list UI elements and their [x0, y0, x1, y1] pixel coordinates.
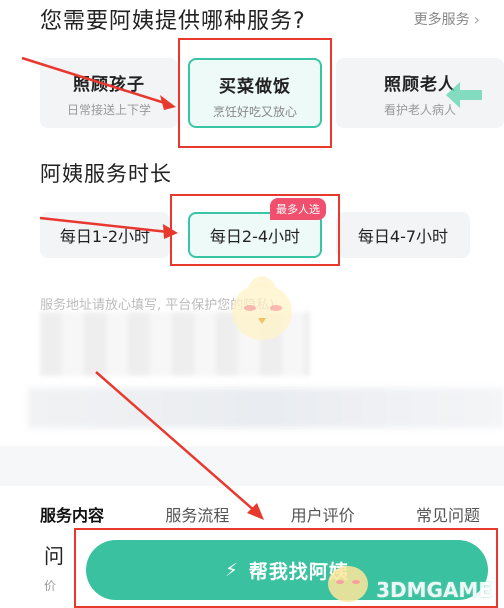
- tab-service-process[interactable]: 服务流程: [165, 502, 229, 526]
- duration-option-1-2h[interactable]: 每日1-2小时: [40, 212, 170, 258]
- service-option-name: 照顾孩子: [73, 75, 145, 95]
- more-services-label: 更多服务: [413, 12, 470, 28]
- duration-options: 每日1-2小时 每日2-4小时 最多人选 每日4-7小时: [40, 198, 504, 262]
- service-option-name: 买菜做饭: [219, 77, 291, 97]
- most-popular-badge: 最多人选: [270, 198, 326, 220]
- consult-label: 问: [44, 544, 64, 568]
- service-option-desc: 烹饪好吃又放心: [212, 105, 297, 119]
- site-watermark: 3DMGAME: [376, 578, 492, 602]
- tab-faq[interactable]: 常见问题: [416, 502, 480, 526]
- mascot-chick-icon: [232, 276, 292, 340]
- chevron-right-icon: ›: [473, 9, 480, 29]
- duration-title: 阿姨服务时长: [40, 162, 172, 186]
- service-option-cooking[interactable]: 买菜做饭 烹饪好吃又放心: [188, 58, 322, 128]
- duration-option-label: 每日2-4小时: [209, 227, 301, 246]
- app-screen: 您需要阿姨提供哪种服务? 更多服务 › 照顾孩子 日常接送上下学 买菜做饭 烹饪…: [0, 0, 504, 608]
- duration-option-label: 每日4-7小时: [357, 227, 449, 246]
- scroll-left-arrow-icon[interactable]: [446, 82, 482, 108]
- service-option-desc: 日常接送上下学: [66, 103, 151, 117]
- service-option-childcare[interactable]: 照顾孩子 日常接送上下学: [40, 58, 178, 128]
- blurred-banner: [28, 388, 504, 428]
- section-divider: [0, 446, 504, 486]
- services-title: 您需要阿姨提供哪种服务?: [40, 9, 306, 34]
- service-options: 照顾孩子 日常接送上下学 买菜做饭 烹饪好吃又放心 照顾老人 看护老人病人: [40, 52, 504, 134]
- consult-button[interactable]: 问 价: [44, 540, 72, 594]
- detail-tabs: 服务内容 服务流程 用户评价 常见问题: [40, 500, 480, 528]
- services-header: 您需要阿姨提供哪种服务? 更多服务 ›: [40, 4, 480, 34]
- lightning-icon: ⚡: [225, 559, 239, 581]
- more-services-link[interactable]: 更多服务 ›: [414, 9, 480, 29]
- price-label: 价: [44, 579, 57, 593]
- tab-user-reviews[interactable]: 用户评价: [291, 502, 355, 526]
- tab-service-content[interactable]: 服务内容: [40, 502, 104, 526]
- mascot-chick-small-icon: [328, 566, 368, 602]
- duration-option-4-7h[interactable]: 每日4-7小时: [336, 212, 470, 258]
- duration-option-2-4h[interactable]: 每日2-4小时 最多人选: [188, 198, 326, 258]
- duration-option-label: 每日1-2小时: [59, 227, 151, 246]
